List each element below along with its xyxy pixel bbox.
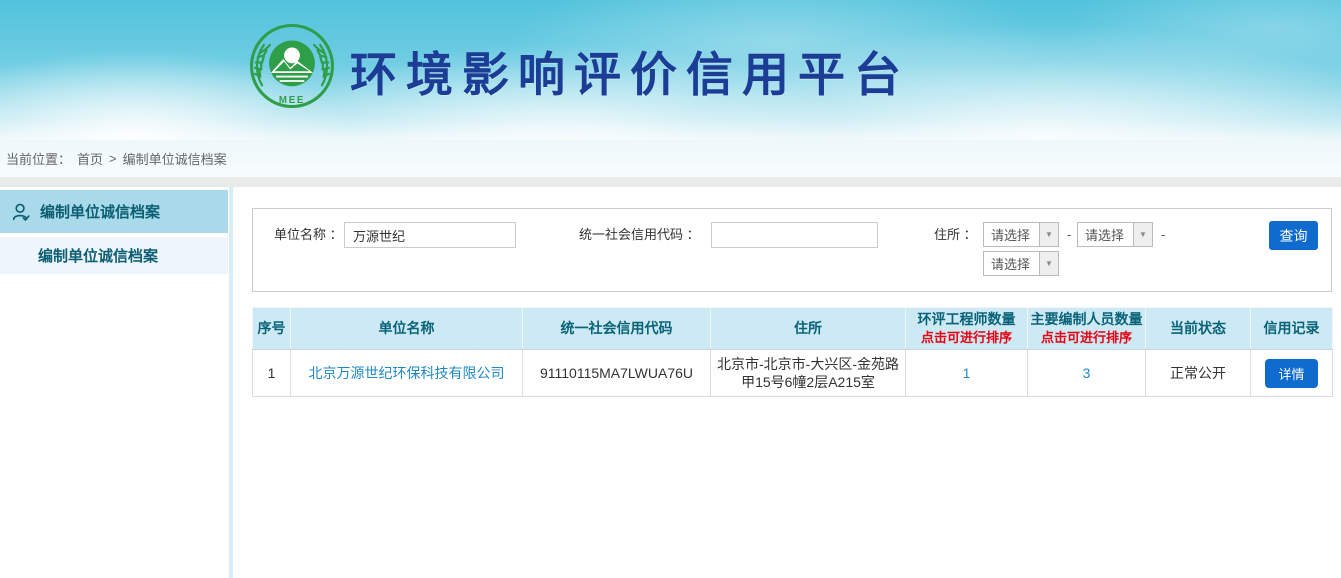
logo-text: MEE [279, 95, 305, 106]
staff-sort-hint[interactable]: 点击可进行排序 [1028, 329, 1145, 347]
sidebar: 编制单位诚信档案 编制单位诚信档案 [0, 187, 228, 578]
breadcrumb-separator: > [109, 151, 117, 166]
district-select[interactable]: 请选择 ▼ [983, 251, 1059, 276]
results-table: 序号 单位名称 统一社会信用代码 住所 环评工程师数量 点击可进行排序 主要编制… [252, 307, 1333, 397]
col-header-status: 当前状态 [1146, 308, 1251, 350]
staff-count-link[interactable]: 3 [1083, 365, 1091, 381]
sidebar-item-credit-archive[interactable]: 编制单位诚信档案 [0, 237, 228, 274]
col-header-company: 单位名称 [291, 308, 523, 350]
site-header: MEE 环境影响评价信用平台 [0, 0, 1341, 140]
sidebar-section-label: 编制单位诚信档案 [40, 201, 160, 222]
address-line-2: 甲15号6幢2层A215室 [741, 374, 875, 390]
province-select[interactable]: 请选择 ▼ [983, 222, 1059, 247]
chevron-down-icon[interactable]: ▼ [1133, 223, 1152, 246]
chevron-down-icon[interactable]: ▼ [1039, 223, 1058, 246]
user-check-icon [10, 201, 32, 223]
engineer-count-link[interactable]: 1 [963, 365, 971, 381]
cell-status: 正常公开 [1146, 350, 1251, 397]
table-row: 1 北京万源世纪环保科技有限公司 91110115MA7LWUA76U 北京市-… [253, 350, 1333, 397]
col-header-credit-record: 信用记录 [1251, 308, 1333, 350]
address-line-1: 北京市-北京市-大兴区-金苑路 [717, 356, 899, 372]
sidebar-item-label: 编制单位诚信档案 [38, 245, 158, 266]
province-select-value: 请选择 [984, 225, 1039, 244]
site-title: 环境影响评价信用平台 [350, 36, 910, 105]
sidebar-section-credit-archive[interactable]: 编制单位诚信档案 [0, 190, 228, 233]
credit-code-label: 统一社会信用代码 ： [579, 222, 700, 248]
cell-address: 北京市-北京市-大兴区-金苑路 甲15号6幢2层A215室 [711, 350, 906, 397]
col-header-credit-code: 统一社会信用代码 [523, 308, 711, 350]
table-header-row: 序号 单位名称 统一社会信用代码 住所 环评工程师数量 点击可进行排序 主要编制… [253, 308, 1333, 350]
address-label: 住所 ： [934, 222, 977, 248]
detail-button[interactable]: 详情 [1265, 359, 1317, 388]
cell-credit-code: 91110115MA7LWUA76U [523, 350, 711, 397]
engineer-sort-hint[interactable]: 点击可进行排序 [906, 329, 1027, 347]
address-dash-1: - [1067, 222, 1071, 248]
col-header-address: 住所 [711, 308, 906, 350]
sidebar-divider [229, 187, 233, 578]
breadcrumb-label: 当前位置： [6, 149, 71, 168]
mee-logo-icon: MEE [248, 22, 336, 110]
staff-count-title: 主要编制人员数量 [1031, 311, 1143, 327]
district-select-value: 请选择 [984, 254, 1039, 273]
query-button[interactable]: 查询 [1269, 221, 1318, 250]
city-select[interactable]: 请选择 ▼ [1077, 222, 1153, 247]
company-name-label: 单位名称 ： [274, 222, 343, 248]
breadcrumb: 当前位置： 首页 > 编制单位诚信档案 [0, 140, 1341, 177]
breadcrumb-current: 编制单位诚信档案 [123, 149, 227, 168]
company-link[interactable]: 北京万源世纪环保科技有限公司 [309, 365, 505, 381]
address-dash-2: - [1161, 222, 1165, 248]
chevron-down-icon[interactable]: ▼ [1039, 252, 1058, 275]
divider-band [0, 177, 1341, 187]
col-header-engineer-count[interactable]: 环评工程师数量 点击可进行排序 [906, 308, 1028, 350]
city-select-value: 请选择 [1078, 225, 1133, 244]
credit-code-input[interactable] [711, 222, 878, 248]
col-header-index: 序号 [253, 308, 291, 350]
search-form: 单位名称 ： 统一社会信用代码 ： 住所 ： 请选择 ▼ - 请选择 ▼ - 请… [252, 208, 1332, 292]
col-header-staff-count[interactable]: 主要编制人员数量 点击可进行排序 [1028, 308, 1146, 350]
breadcrumb-home-link[interactable]: 首页 [77, 149, 103, 168]
company-name-input[interactable] [344, 222, 516, 248]
engineer-count-title: 环评工程师数量 [918, 311, 1016, 327]
page: MEE 环境影响评价信用平台 当前位置： 首页 > 编制单位诚信档案 编制单位诚… [0, 0, 1341, 578]
cell-index: 1 [253, 350, 291, 397]
